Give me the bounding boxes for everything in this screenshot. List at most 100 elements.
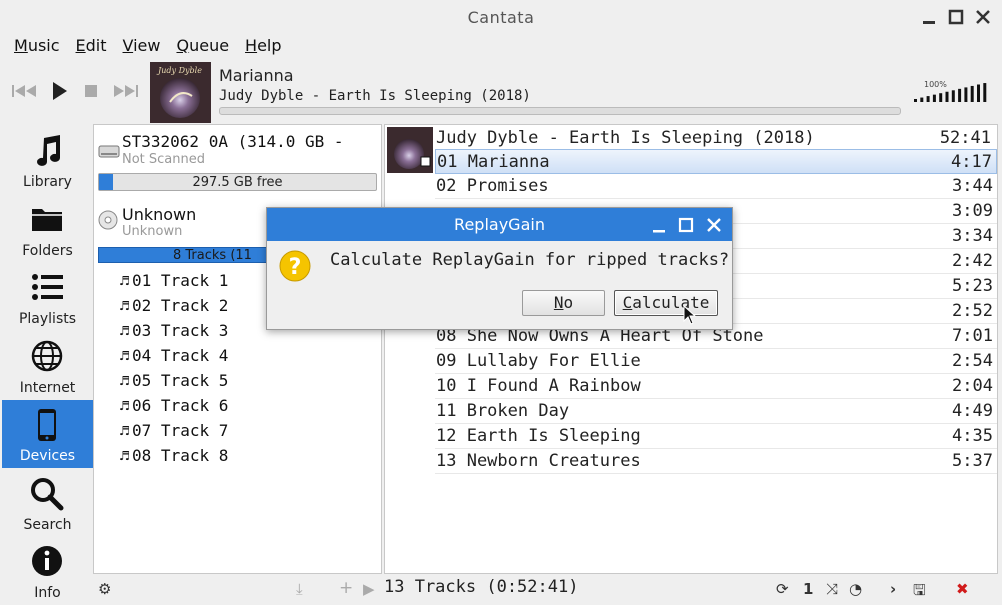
window-title: Cantata: [467, 8, 535, 27]
sidebar-item-label: Playlists: [18, 311, 77, 327]
menu-label-rest: iew: [133, 36, 161, 55]
device-track-item[interactable]: ♬ 04 Track 4: [120, 346, 228, 365]
menu-music[interactable]: Music: [6, 36, 68, 58]
sidebar-item-playlists[interactable]: Playlists: [2, 263, 93, 331]
repeat-icon[interactable]: ⟳: [776, 580, 789, 598]
music-note-icon: ♬: [120, 297, 130, 315]
queue-row[interactable]: 10 I Found A Rainbow 2:04: [435, 374, 997, 399]
dialog-message: Calculate ReplayGain for ripped tracks?: [330, 250, 730, 270]
queue-row[interactable]: 01 Marianna 4:17: [435, 149, 997, 174]
sidebar-item-info[interactable]: Info: [2, 537, 93, 605]
save-icon[interactable]: 🖫: [913, 580, 926, 605]
dialog-minimize-button[interactable]: [650, 216, 668, 234]
device-track-item[interactable]: ♬ 03 Track 3: [120, 321, 228, 340]
device-track-label: 07 Track 7: [132, 421, 229, 440]
track-progress-slider[interactable]: [219, 107, 901, 115]
volume-bar: [958, 88, 962, 102]
cd-name[interactable]: Unknown: [122, 205, 196, 224]
dialog-maximize-button[interactable]: [677, 216, 695, 234]
device-track-label: 03 Track 3: [132, 321, 229, 340]
single-icon[interactable]: 1: [803, 580, 813, 598]
close-icon: [976, 10, 990, 24]
mouse-cursor-icon: [683, 305, 697, 325]
sidebar-item-devices[interactable]: Devices: [2, 400, 93, 468]
queue-row[interactable]: 13 Newborn Creatures 5:37: [435, 449, 997, 474]
close-window-button[interactable]: [974, 8, 992, 26]
queue-row-duration: 4:35: [952, 426, 993, 446]
device-track-item[interactable]: ♬ 08 Track 8: [120, 446, 228, 465]
menu-edit[interactable]: Edit: [68, 36, 115, 58]
sidebar-item-internet[interactable]: Internet: [2, 332, 93, 400]
maximize-button[interactable]: [947, 8, 965, 26]
device-track-item[interactable]: ♬ 07 Track 7: [120, 421, 228, 440]
maximize-icon: [678, 217, 694, 233]
queue-row-duration: 7:01: [952, 326, 993, 346]
device-track-item[interactable]: ♬ 06 Track 6: [120, 396, 228, 415]
queue-row[interactable]: 09 Lullaby For Ellie 2:54: [435, 349, 997, 374]
volume-bar: [926, 96, 930, 102]
volume-bar: [914, 99, 917, 102]
next-track-button[interactable]: [112, 80, 140, 102]
no-button[interactable]: No: [522, 290, 605, 316]
playback-controls: [10, 80, 140, 102]
download-icon[interactable]: ⤓: [296, 580, 303, 598]
now-playing-title: Marianna: [219, 66, 294, 85]
menu-view[interactable]: View: [115, 36, 169, 58]
previous-track-button[interactable]: [10, 80, 38, 102]
shuffle-icon[interactable]: ⤨: [826, 580, 838, 598]
menu-help[interactable]: Help: [237, 36, 289, 58]
add-icon[interactable]: +: [339, 578, 353, 598]
queue-row-duration: 5:37: [952, 451, 993, 471]
music-note-icon: ♬: [120, 422, 130, 440]
queue-row-title: 12 Earth Is Sleeping: [436, 426, 641, 446]
queue-row-title: 13 Newborn Creatures: [436, 451, 641, 471]
volume-bar: [983, 83, 987, 102]
list-icon: [32, 274, 63, 300]
expand-icon[interactable]: ›: [890, 580, 896, 598]
play-button[interactable]: [48, 80, 70, 102]
queue-row[interactable]: 02 Promises 3:44: [435, 174, 997, 199]
device-track-item[interactable]: ♬ 01 Track 1: [120, 271, 228, 290]
play-queue: Judy Dyble - Earth Is Sleeping (2018) 52…: [384, 124, 998, 574]
consume-icon[interactable]: ◔: [849, 580, 862, 598]
dialog-close-button[interactable]: [705, 216, 723, 234]
volume-control[interactable]: [914, 82, 990, 102]
sidebar-item-library[interactable]: Library: [2, 126, 93, 194]
device-track-item[interactable]: ♬ 02 Track 2: [120, 296, 228, 315]
music-note-icon: [37, 135, 60, 166]
menu-mnemonic: Q: [176, 36, 190, 55]
sidebar-item-label: Library: [23, 174, 72, 190]
queue-album-cover: [387, 127, 433, 173]
next-icon: [114, 85, 138, 97]
cd-tracks-text: 8 Tracks (11: [173, 248, 252, 263]
replaygain-dialog: ReplayGain ? Calculate ReplayGain for ri…: [266, 207, 733, 330]
stop-button[interactable]: [80, 80, 102, 102]
svg-text:?: ?: [289, 255, 302, 280]
device-track-label: 01 Track 1: [132, 271, 229, 290]
music-note-icon: ♬: [120, 322, 130, 340]
calculate-button[interactable]: Calculate: [614, 290, 718, 316]
device-track-item[interactable]: ♬ 05 Track 5: [120, 371, 228, 390]
queue-row-title: 11 Broken Day: [436, 401, 570, 421]
minimize-button[interactable]: [920, 8, 938, 26]
queue-row[interactable]: 12 Earth Is Sleeping 4:35: [435, 424, 997, 449]
settings-gear-icon[interactable]: ⚙: [98, 580, 111, 598]
menu-queue[interactable]: Queue: [168, 36, 237, 58]
device-track-label: 02 Track 2: [132, 296, 229, 315]
folder-icon: [32, 208, 62, 231]
sidebar-item-folders[interactable]: Folders: [2, 195, 93, 263]
window-titlebar: Cantata: [0, 0, 1002, 34]
menu-mnemonic: M: [14, 36, 28, 55]
play-next-icon[interactable]: ▶: [363, 580, 375, 598]
volume-bars-icon: [914, 83, 987, 102]
clear-queue-icon[interactable]: ✖: [956, 580, 969, 598]
device-track-label: 05 Track 5: [132, 371, 229, 390]
calc-rest: alculate: [632, 293, 710, 312]
drive-name[interactable]: ST332062 0A (314.0 GB -: [122, 132, 344, 151]
search-icon: [31, 477, 64, 510]
now-playing-cover-art[interactable]: Judy Dyble: [150, 62, 211, 123]
sidebar-item-search[interactable]: Search: [2, 469, 93, 537]
queue-row-duration: 4:49: [952, 401, 993, 421]
queue-row[interactable]: 11 Broken Day 4:49: [435, 399, 997, 424]
globe-icon: [31, 340, 63, 371]
